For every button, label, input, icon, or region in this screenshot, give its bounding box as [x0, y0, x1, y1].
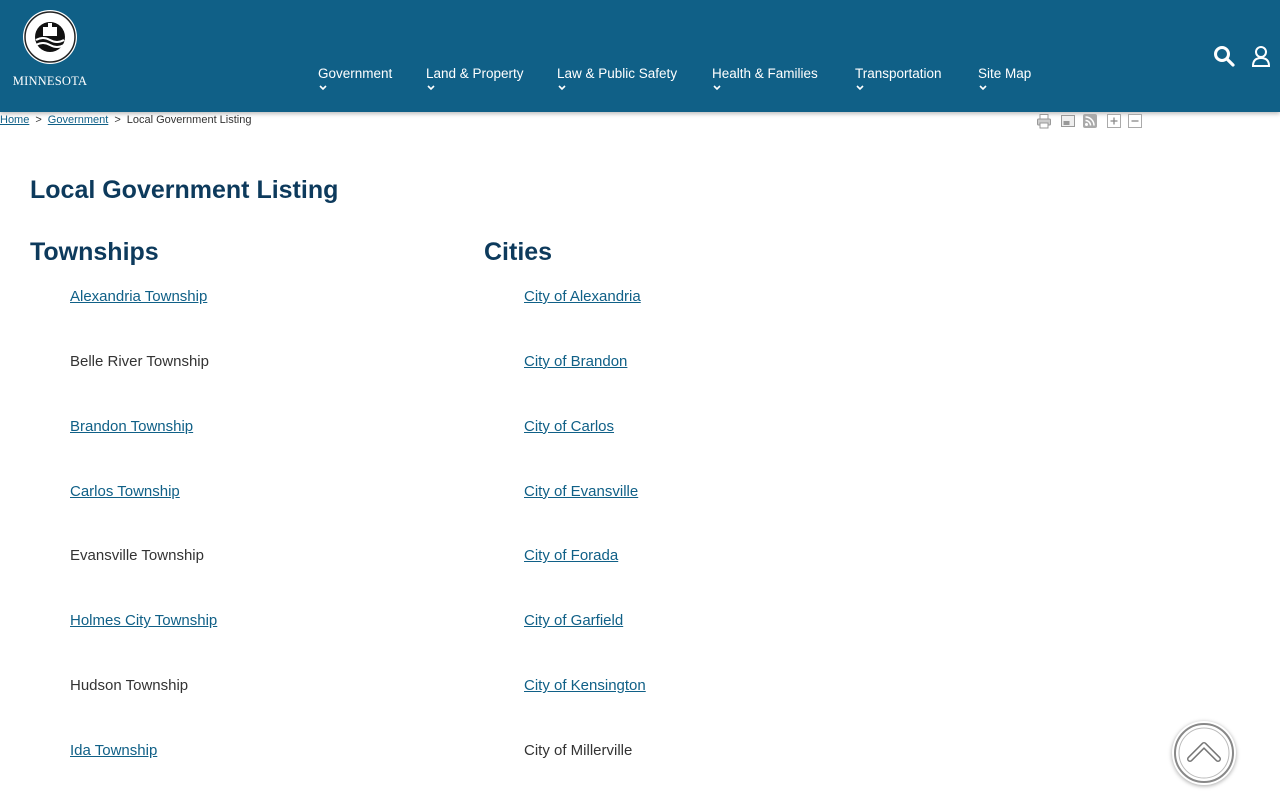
- chevron-down-icon: [427, 85, 435, 91]
- email-icon[interactable]: [1060, 113, 1076, 129]
- scroll-to-top-button[interactable]: [1172, 721, 1236, 785]
- nav-label: Law & Public Safety: [557, 66, 678, 81]
- townships-link[interactable]: Holmes City Township: [70, 612, 217, 629]
- nav-government[interactable]: Government: [318, 66, 392, 93]
- breadcrumb-current: Local Government Listing: [126, 114, 252, 126]
- nav-land-property[interactable]: Land & Property: [426, 66, 524, 93]
- cities-link[interactable]: City of Brandon: [524, 353, 627, 370]
- chevron-down-icon: [713, 85, 721, 91]
- nav-label: Health & Families: [712, 66, 818, 81]
- cities-link[interactable]: City of Garfield: [524, 612, 623, 629]
- list-item: Brandon Township: [70, 417, 217, 482]
- townships-heading: Townships: [30, 238, 159, 266]
- nav-label: Land & Property: [426, 66, 524, 81]
- search-icon[interactable]: [1212, 44, 1236, 68]
- nav-transportation[interactable]: Transportation: [855, 66, 942, 93]
- nav-label: Transportation: [855, 66, 942, 81]
- cities-text: City of Millerville: [524, 741, 633, 759]
- list-item: Hudson Township: [70, 676, 217, 741]
- townships-text: Belle River Township: [70, 352, 209, 370]
- cities-list: City of Alexandria City of Brandon City of…: [524, 287, 646, 800]
- townships-text: Hudson Township: [70, 677, 189, 695]
- cities-link[interactable]: City of Evansville: [524, 483, 638, 500]
- breadcrumb-separator: >: [35, 114, 42, 126]
- cities-link[interactable]: City of Carlos: [524, 418, 614, 435]
- list-item: Ida Township: [70, 741, 217, 800]
- breadcrumb-home[interactable]: Home: [0, 114, 29, 126]
- cities-link[interactable]: City of Kensington: [524, 677, 646, 694]
- townships-list: Alexandria Township Belle River Township B…: [70, 287, 217, 800]
- townships-link[interactable]: Ida Township: [70, 742, 157, 759]
- print-icon[interactable]: [1036, 113, 1052, 129]
- chevron-down-icon: [319, 85, 327, 91]
- list-item: Belle River Township: [70, 352, 217, 417]
- site-header: MINNESOTA Government Land & Property Law…: [0, 0, 1280, 112]
- user-icon[interactable]: [1249, 44, 1273, 68]
- chevron-down-icon: [979, 85, 987, 91]
- breadcrumb-government[interactable]: Government: [48, 114, 109, 126]
- chevron-down-icon: [558, 85, 566, 91]
- breadcrumb: Home > Government > Local Government Listing: [0, 114, 251, 126]
- list-item: Evansville Township: [70, 546, 217, 611]
- list-item: City of Millerville: [524, 741, 646, 800]
- chevron-down-icon: [856, 85, 864, 91]
- chevron-up-icon: [1174, 723, 1234, 783]
- townships-link[interactable]: Alexandria Township: [70, 288, 207, 305]
- zoom-in-icon[interactable]: [1106, 113, 1122, 129]
- cities-heading: Cities: [484, 238, 553, 266]
- list-item: Holmes City Township: [70, 611, 217, 676]
- list-item: City of Brandon: [524, 352, 646, 417]
- logo-state-text: MINNESOTA: [12, 74, 88, 88]
- townships-link[interactable]: Brandon Township: [70, 418, 193, 435]
- county-seal-icon: [23, 10, 77, 64]
- nav-health-families[interactable]: Health & Families: [712, 66, 818, 93]
- nav-site-map[interactable]: Site Map: [978, 66, 1031, 93]
- cities-link[interactable]: City of Forada: [524, 547, 618, 564]
- cities-link[interactable]: City of Alexandria: [524, 288, 641, 305]
- page-title: Local Government Listing: [30, 176, 339, 204]
- nav-law-public-safety[interactable]: Law & Public Safety: [557, 66, 677, 93]
- zoom-out-icon[interactable]: [1127, 113, 1143, 129]
- list-item: City of Forada: [524, 546, 646, 611]
- list-item: City of Evansville: [524, 482, 646, 547]
- nav-label: Site Map: [978, 66, 1032, 81]
- list-item: City of Garfield: [524, 611, 646, 676]
- list-item: City of Alexandria: [524, 287, 646, 352]
- county-logo[interactable]: MINNESOTA: [8, 10, 92, 96]
- breadcrumb-separator: >: [114, 114, 121, 126]
- list-item: City of Kensington: [524, 676, 646, 741]
- townships-link[interactable]: Carlos Township: [70, 483, 180, 500]
- nav-label: Government: [318, 66, 393, 81]
- list-item: Carlos Township: [70, 482, 217, 547]
- list-item: Alexandria Township: [70, 287, 217, 352]
- list-item: City of Carlos: [524, 417, 646, 482]
- townships-text: Evansville Township: [70, 547, 204, 565]
- rss-icon[interactable]: [1082, 113, 1098, 129]
